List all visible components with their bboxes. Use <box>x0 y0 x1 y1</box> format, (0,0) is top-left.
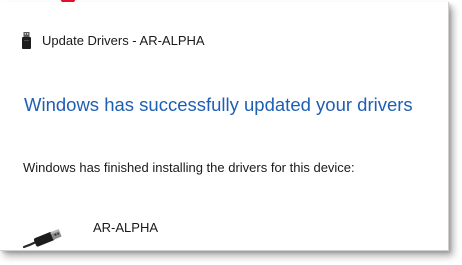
title-bar[interactable]: Update Drivers - AR-ALPHA <box>0 2 448 49</box>
update-drivers-dialog: Update Drivers - AR-ALPHA Windows has su… <box>0 2 449 251</box>
status-message: Windows has finished installing the driv… <box>23 160 355 175</box>
screenshot-stage: Update Drivers - AR-ALPHA Windows has su… <box>0 0 462 265</box>
device-name: AR-ALPHA <box>93 220 159 235</box>
usb-device-icon <box>22 229 62 249</box>
window-title: Update Drivers - AR-ALPHA <box>42 33 205 48</box>
success-headline: Windows has successfully updated your dr… <box>24 94 413 115</box>
usb-drive-icon <box>22 32 31 49</box>
